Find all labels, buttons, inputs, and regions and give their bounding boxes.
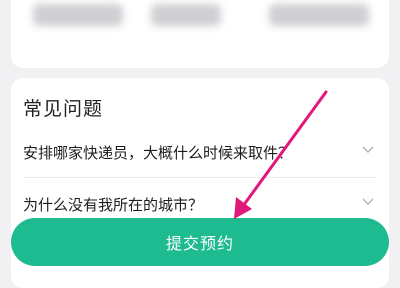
blurred-info-card (11, 0, 389, 68)
submit-appointment-button[interactable]: 提交预约 (11, 218, 389, 266)
faq-item[interactable]: 安排哪家快递员，大概什么时候来取件？ (23, 130, 377, 174)
divider (23, 177, 377, 178)
faq-title: 常见问题 (23, 98, 104, 120)
faq-question: 为什么没有我所在的城市？ (23, 196, 204, 214)
chevron-down-icon (362, 146, 374, 153)
blurred-content (151, 4, 221, 26)
blurred-content (33, 4, 123, 26)
blurred-content (269, 4, 369, 26)
faq-question: 安排哪家快递员，大概什么时候来取件？ (23, 144, 294, 162)
chevron-down-icon (362, 198, 374, 205)
